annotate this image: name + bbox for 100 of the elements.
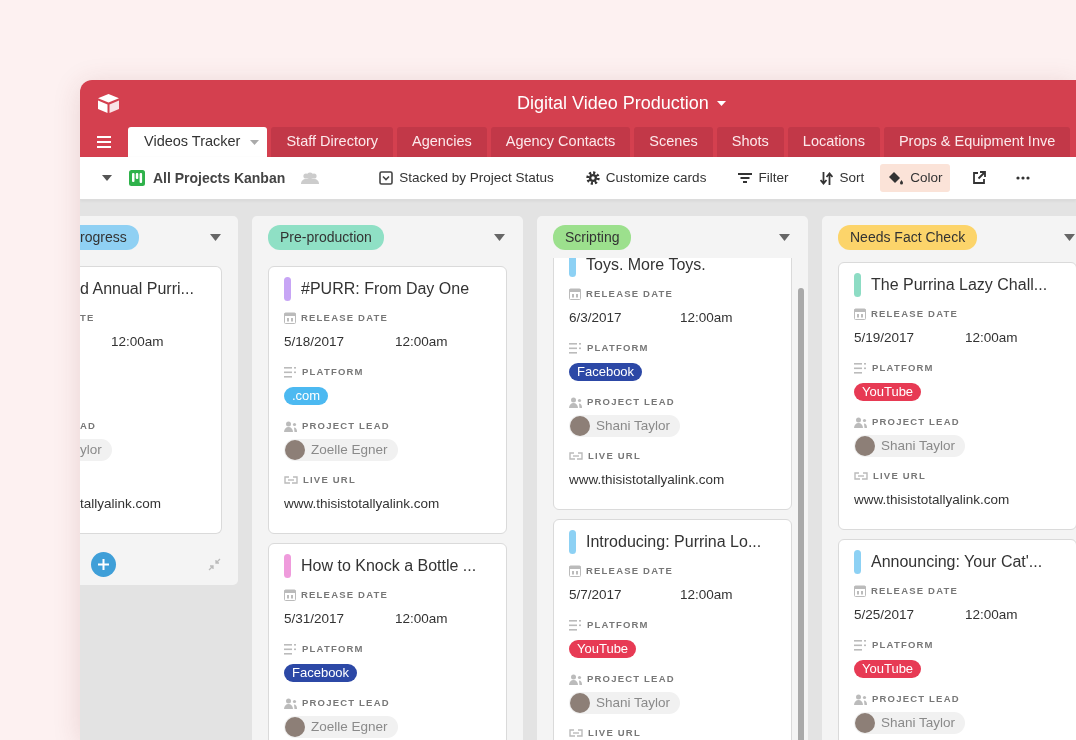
time-value: 12:00am	[680, 308, 733, 327]
filter-button[interactable]: Filter	[730, 163, 797, 193]
field-label: PROJECT LEAD	[302, 695, 390, 710]
date-value: 5/31/2017	[284, 609, 346, 628]
scrollbar[interactable]	[798, 288, 804, 740]
caret-icon[interactable]	[102, 175, 112, 181]
record-card[interactable]: #PURR: From Day One RELEASE DATE 5/18/2017 12:00am PLATFORM .com PROJECT LEAD Zoelle Egner LIVE URL www.thisistotallyalink.com	[268, 266, 507, 534]
lead-name: Zoelle Egner	[311, 440, 388, 459]
kanban-icon	[129, 170, 145, 186]
customize-cards-button[interactable]: Customize cards	[577, 163, 715, 193]
people-icon	[854, 693, 867, 705]
plus-icon	[98, 558, 109, 570]
view-name[interactable]: All Projects Kanban	[153, 167, 286, 189]
time-value: 12:00am	[680, 585, 733, 604]
time-value: 12:00am	[965, 328, 1018, 347]
caret-icon[interactable]	[494, 233, 505, 241]
app-title[interactable]: Digital Video Production	[517, 90, 709, 117]
card-title: d Annual Purri...	[80, 279, 194, 299]
field-label: PROJECT LEAD	[587, 671, 675, 686]
field-label: PROJECT LEAD	[872, 414, 960, 429]
sort-icon	[820, 171, 834, 185]
time-value: 12:00am	[965, 605, 1018, 624]
caret-icon[interactable]	[779, 233, 790, 241]
people-icon	[569, 673, 582, 685]
table-tab[interactable]: Videos Tracker	[128, 127, 268, 157]
list-icon	[284, 643, 297, 655]
date-value: 5/19/2017	[854, 328, 916, 347]
record-card[interactable]: d Annual Purri... TE 12:00am AD ylor tallyalink.com	[80, 266, 222, 534]
field-label: PLATFORM	[872, 637, 934, 652]
card-title: Introducing: Purrina Lo...	[586, 532, 762, 552]
column-title: Scripting	[553, 224, 632, 250]
table-tab[interactable]: Agency Contacts	[490, 127, 631, 157]
date-value: 5/25/2017	[854, 605, 916, 624]
list-icon	[854, 639, 867, 651]
table-tab[interactable]: Scenes	[634, 127, 713, 157]
time-value: 12:00am	[395, 332, 448, 351]
people-icon	[569, 396, 582, 408]
url-value[interactable]: www.thisistotallyalink.com	[284, 493, 440, 515]
record-card[interactable]: The Purrina Lazy Chall... RELEASE DATE 5/19/2017 12:00am PLATFORM YouTube PROJECT LEAD Shani Taylor LIVE URL www.thisistotallyalink.com	[838, 262, 1076, 530]
platform-tag: YouTube	[569, 640, 637, 658]
menu-icon	[97, 136, 111, 148]
link-icon	[569, 451, 583, 461]
share-icon	[972, 171, 987, 185]
record-card[interactable]: Introducing: Purrina Lo... RELEASE DATE 5/7/2017 12:00am PLATFORM YouTube PROJECT LEAD Shani Taylor LIVE URL	[553, 519, 792, 740]
calendar-icon	[569, 565, 581, 577]
date-value: 6/3/2017	[569, 308, 623, 327]
url-value[interactable]: www.thisistotallyalink.com	[854, 489, 1010, 511]
calendar-icon	[854, 585, 866, 597]
list-icon	[854, 362, 867, 374]
record-card[interactable]: Toys. More Toys. RELEASE DATE 6/3/2017 12:00am PLATFORM Facebook PROJECT LEAD Shani Taylor LIVE URL www.thisistotallyalink.com	[553, 258, 792, 510]
field-label: LIVE URL	[873, 468, 926, 483]
lead-name: Shani Taylor	[596, 693, 671, 712]
url-value[interactable]: tallyalink.com	[80, 493, 162, 515]
people-icon	[284, 697, 297, 709]
field-label: RELEASE DATE	[586, 563, 674, 578]
link-icon	[854, 471, 868, 481]
list-icon	[569, 619, 582, 631]
time-value: 12:00am	[111, 332, 164, 351]
caret-icon[interactable]	[1064, 233, 1075, 241]
field-label: LIVE URL	[588, 725, 641, 740]
color-button[interactable]: Color	[880, 163, 951, 193]
platform-tag: .com	[284, 387, 329, 405]
list-icon	[569, 342, 582, 354]
calendar-icon	[854, 308, 866, 320]
record-card[interactable]: Announcing: Your Cat'... RELEASE DATE 5/25/2017 12:00am PLATFORM YouTube PROJECT LEAD Shani Taylor	[838, 539, 1076, 740]
field-label: LIVE URL	[588, 448, 641, 463]
avatar-icon	[285, 440, 305, 460]
field-label: PLATFORM	[302, 364, 364, 379]
column-title: Pre-production	[268, 224, 384, 250]
column-title: Needs Fact Check	[838, 224, 978, 250]
add-card-button[interactable]	[91, 551, 116, 577]
url-value[interactable]: www.thisistotallyalink.com	[569, 469, 725, 491]
people-icon	[301, 172, 320, 184]
table-tab[interactable]: Agencies	[397, 127, 487, 157]
table-tab[interactable]: Props & Equipment Inve	[883, 127, 1071, 157]
platform-tag: YouTube	[854, 660, 922, 678]
caret-icon[interactable]	[210, 233, 221, 241]
field-label: RELEASE DATE	[871, 306, 959, 321]
caret-icon	[250, 139, 260, 145]
field-label: RELEASE DATE	[301, 587, 389, 602]
avatar-icon	[855, 436, 875, 456]
card-title: Announcing: Your Cat'...	[871, 552, 1043, 572]
table-tab[interactable]: Locations	[787, 127, 880, 157]
date-value: 5/18/2017	[284, 332, 346, 351]
sort-button[interactable]: Sort	[812, 163, 873, 193]
field-label: RELEASE DATE	[301, 310, 389, 325]
calendar-icon	[284, 312, 296, 324]
stack-button[interactable]: Stacked by Project Status	[371, 163, 562, 193]
table-tab[interactable]: Shots	[716, 127, 784, 157]
date-value: 5/7/2017	[569, 585, 623, 604]
avatar-icon	[570, 693, 590, 713]
card-title: Toys. More Toys.	[586, 258, 706, 275]
list-icon	[284, 366, 297, 378]
record-card[interactable]: How to Knock a Bottle ... RELEASE DATE 5/31/2017 12:00am PLATFORM Facebook PROJECT LEAD Zoelle Egner	[268, 543, 507, 740]
table-tab[interactable]: Staff Directory	[271, 127, 394, 157]
calendar-icon	[284, 589, 296, 601]
calendar-icon	[569, 288, 581, 300]
card-title: #PURR: From Day One	[301, 279, 470, 299]
caret-icon[interactable]	[716, 101, 726, 106]
time-value: 12:00am	[395, 609, 448, 628]
